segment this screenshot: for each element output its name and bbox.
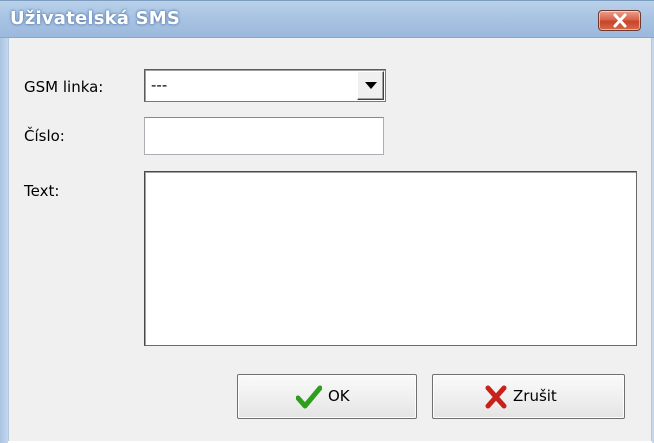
- cancel-label: Zrušit: [513, 387, 557, 405]
- ok-label: OK: [328, 387, 350, 405]
- gsm-line-value: ---: [151, 76, 168, 94]
- gsm-line-select[interactable]: ---: [144, 69, 386, 102]
- number-input[interactable]: [144, 117, 384, 155]
- window-frame-left: [0, 38, 8, 443]
- close-icon: [613, 13, 627, 28]
- cancel-button[interactable]: Zrušit: [432, 374, 625, 419]
- ok-button[interactable]: OK: [237, 374, 417, 419]
- text-label: Text:: [24, 182, 60, 200]
- close-button[interactable]: [598, 10, 641, 31]
- checkmark-icon: [296, 385, 322, 409]
- gsm-line-label: GSM linka:: [24, 78, 104, 96]
- message-textarea[interactable]: [144, 171, 637, 346]
- number-label: Číslo:: [24, 127, 65, 145]
- sms-dialog: Uživatelská SMS GSM linka: --- Číslo: Te…: [0, 0, 654, 443]
- dropdown-button[interactable]: [357, 71, 384, 100]
- red-x-icon: [485, 385, 507, 409]
- title-bar[interactable]: Uživatelská SMS: [0, 0, 654, 38]
- chevron-down-icon: [365, 82, 377, 89]
- window-title: Uživatelská SMS: [10, 8, 181, 29]
